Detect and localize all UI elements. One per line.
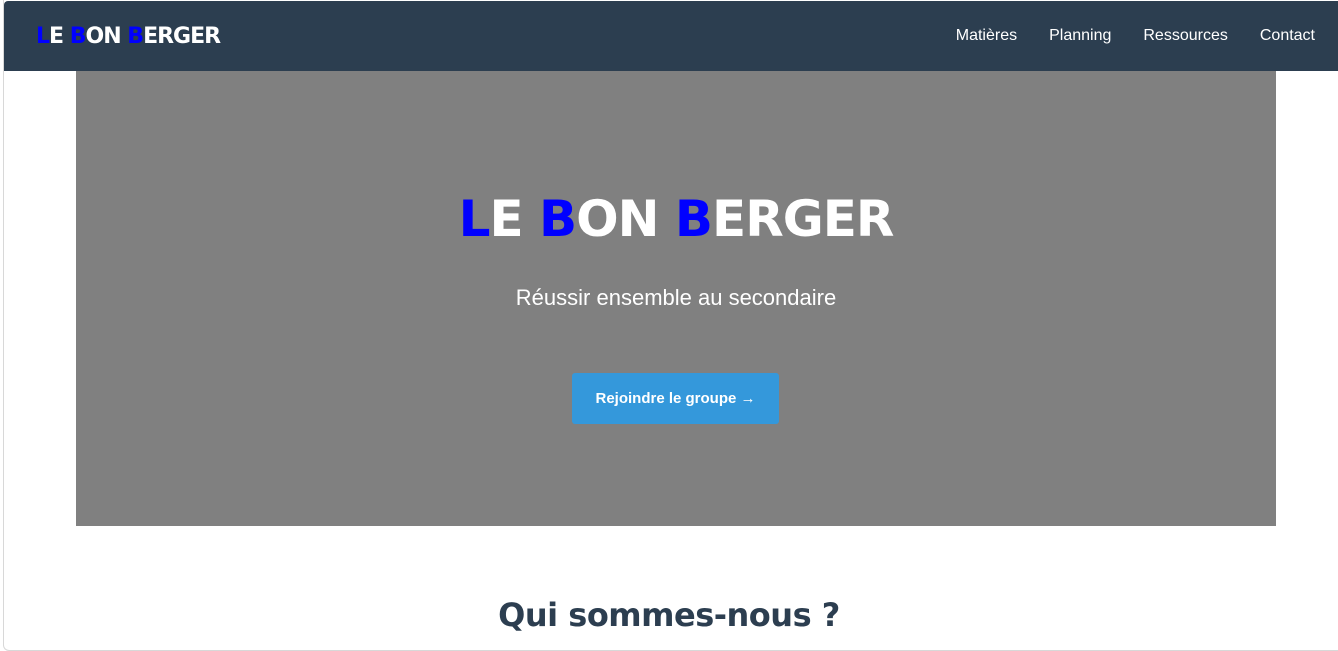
nav-link-contact[interactable]: Contact <box>1260 27 1315 45</box>
hero-banner: LE BON BERGER Réussir ensemble au second… <box>76 71 1276 526</box>
nav-link-ressources[interactable]: Ressources <box>1143 27 1227 45</box>
brand-logo[interactable]: LE BON BERGER <box>36 23 221 49</box>
hero-letter-b: B <box>539 190 577 248</box>
hero-text-erger: ERGER <box>712 190 894 248</box>
nav-link-planning[interactable]: Planning <box>1049 27 1111 45</box>
hero-subtitle: Réussir ensemble au secondaire <box>515 285 837 310</box>
nav-link-matieres[interactable]: Matières <box>956 27 1017 45</box>
about-section-title: Qui sommes-nous ? <box>498 596 840 634</box>
brand-text-erger: ERGER <box>143 23 221 49</box>
join-group-button[interactable]: Rejoindre le groupe → <box>572 373 779 424</box>
hero-title: LE BON BERGER <box>76 187 1276 251</box>
hero-letter-b2: B <box>674 190 713 248</box>
brand-text-on: ON <box>85 23 128 49</box>
hero-text-on: ON <box>576 190 675 248</box>
brand-letter-b2: B <box>127 23 144 49</box>
brand-text-e: E <box>49 23 70 49</box>
hero-letter-l: L <box>458 190 491 248</box>
brand-letter-l: L <box>36 23 50 49</box>
hero-text-e: E <box>489 190 540 248</box>
brand-letter-b: B <box>69 23 87 49</box>
nav-links: Matières Planning Ressources Contact <box>924 27 1315 45</box>
navbar: LE BON BERGER Matières Planning Ressourc… <box>4 1 1338 71</box>
